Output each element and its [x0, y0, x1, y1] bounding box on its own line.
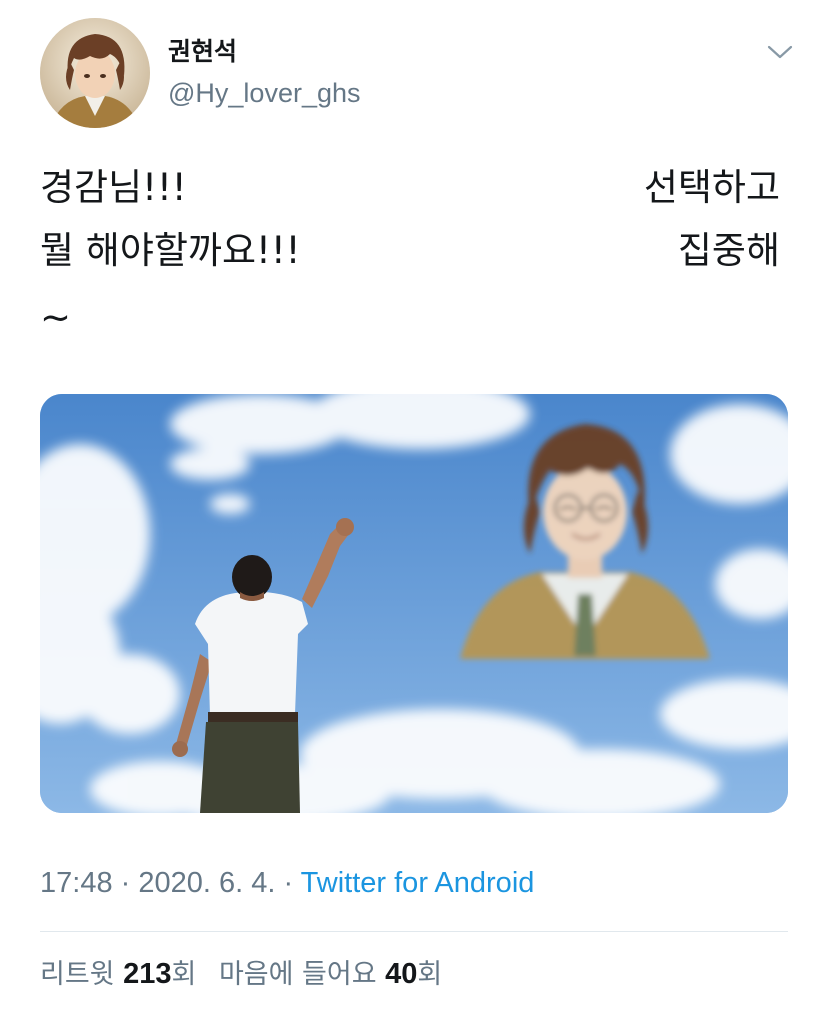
retweets-suffix: 회 [171, 959, 197, 990]
retweets-label: 리트윗 [40, 959, 124, 990]
more-options-button[interactable] [760, 36, 800, 72]
avatar[interactable] [40, 18, 150, 128]
tweet-text-line: ~ [40, 296, 72, 339]
tweet-text: 경감님!!! 뭘 해야할까요!!! ~ 선택하고 집중해 [40, 160, 780, 340]
likes-suffix: 회 [417, 959, 443, 990]
likes-label: 마음에 들어요 [218, 959, 386, 990]
tweet-text-line: 경감님!!! [40, 166, 187, 209]
retweets-stat[interactable]: 리트윗 213회 [40, 955, 196, 994]
tweet-image[interactable] [40, 394, 788, 813]
user-handle[interactable]: @Hy_lover_ghs [168, 76, 361, 110]
tweet-date[interactable]: 2020. 6. 4. [138, 867, 275, 899]
divider [40, 931, 788, 932]
chevron-down-icon [767, 44, 793, 64]
tweet-stats: 리트윗 213회 마음에 들어요 40회 [40, 955, 456, 994]
tweet-time[interactable]: 17:48 [40, 867, 113, 899]
likes-count: 40 [385, 958, 418, 990]
meta-separator: · [275, 867, 301, 899]
tweet-source-link[interactable]: Twitter for Android [301, 867, 535, 899]
likes-stat[interactable]: 마음에 들어요 40회 [219, 955, 442, 994]
tweet-meta: 17:48 · 2020. 6. 4. · Twitter for Androi… [40, 864, 534, 902]
tweet-text-line-right: 선택하고 [643, 166, 780, 209]
meta-separator: · [112, 867, 139, 899]
display-name[interactable]: 권현석 [168, 36, 237, 68]
tweet-text-line-right: 집중해 [677, 229, 780, 272]
tweet-text-line: 뭘 해야할까요!!! [40, 229, 301, 272]
tweet-header: 권현석 @Hy_lover_ghs [40, 18, 800, 130]
retweets-count: 213 [123, 958, 172, 990]
